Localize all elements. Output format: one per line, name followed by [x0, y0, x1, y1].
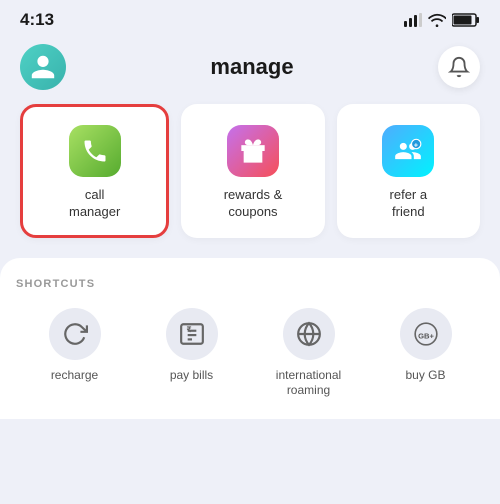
card-refer-friend[interactable]: + refer afriend: [337, 104, 480, 238]
status-icons: [404, 13, 480, 27]
card-icon-call-manager: [69, 125, 121, 177]
header: manage: [0, 36, 500, 104]
phone-icon: [81, 137, 109, 165]
shortcut-icon-buy-gb: GB+: [400, 308, 452, 360]
pay-bills-icon: ₹: [179, 321, 205, 347]
globe-icon: [296, 321, 322, 347]
shortcuts-label: SHORTCUTS: [16, 278, 484, 290]
shortcut-label-pay-bills: pay bills: [170, 368, 213, 384]
shortcuts-grid: recharge ₹ pay bills: [16, 308, 484, 399]
card-rewards-coupons[interactable]: rewards &coupons: [181, 104, 324, 238]
card-label-call-manager: callmanager: [69, 187, 120, 221]
shortcut-label-buy-gb: buy GB: [405, 368, 445, 384]
shortcut-buy-gb[interactable]: GB+ buy GB: [391, 308, 461, 399]
shortcut-pay-bills[interactable]: ₹ pay bills: [157, 308, 227, 399]
shortcut-recharge[interactable]: recharge: [40, 308, 110, 399]
shortcuts-section: SHORTCUTS recharge ₹: [0, 258, 500, 419]
gift-icon: [239, 137, 267, 165]
svg-text:GB+: GB+: [418, 331, 434, 340]
user-icon: [29, 53, 57, 81]
refer-icon: +: [394, 137, 422, 165]
shortcut-label-recharge: recharge: [51, 368, 98, 384]
shortcut-label-international-roaming: internationalroaming: [276, 368, 341, 399]
shortcut-icon-recharge: [49, 308, 101, 360]
wifi-icon: [428, 13, 446, 27]
buy-gb-icon: GB+: [413, 321, 439, 347]
card-label-rewards: rewards &coupons: [224, 187, 283, 221]
shortcut-international-roaming[interactable]: internationalroaming: [274, 308, 344, 399]
status-time: 4:13: [20, 10, 54, 30]
card-call-manager[interactable]: callmanager: [20, 104, 169, 238]
signal-icon: [404, 13, 422, 27]
notification-button[interactable]: [438, 46, 480, 88]
card-label-refer: refer afriend: [390, 187, 428, 221]
card-icon-refer: +: [382, 125, 434, 177]
cards-grid: callmanager rewards &coupons + refer afr…: [0, 104, 500, 254]
page-title: manage: [210, 54, 293, 80]
battery-icon: [452, 13, 480, 27]
shortcut-icon-pay-bills: ₹: [166, 308, 218, 360]
bell-icon: [448, 56, 470, 78]
svg-text:₹: ₹: [186, 325, 191, 334]
shortcut-icon-international-roaming: [283, 308, 335, 360]
svg-text:+: +: [414, 143, 418, 150]
recharge-icon: [62, 321, 88, 347]
status-bar: 4:13: [0, 0, 500, 36]
avatar[interactable]: [20, 44, 66, 90]
card-icon-rewards: [227, 125, 279, 177]
